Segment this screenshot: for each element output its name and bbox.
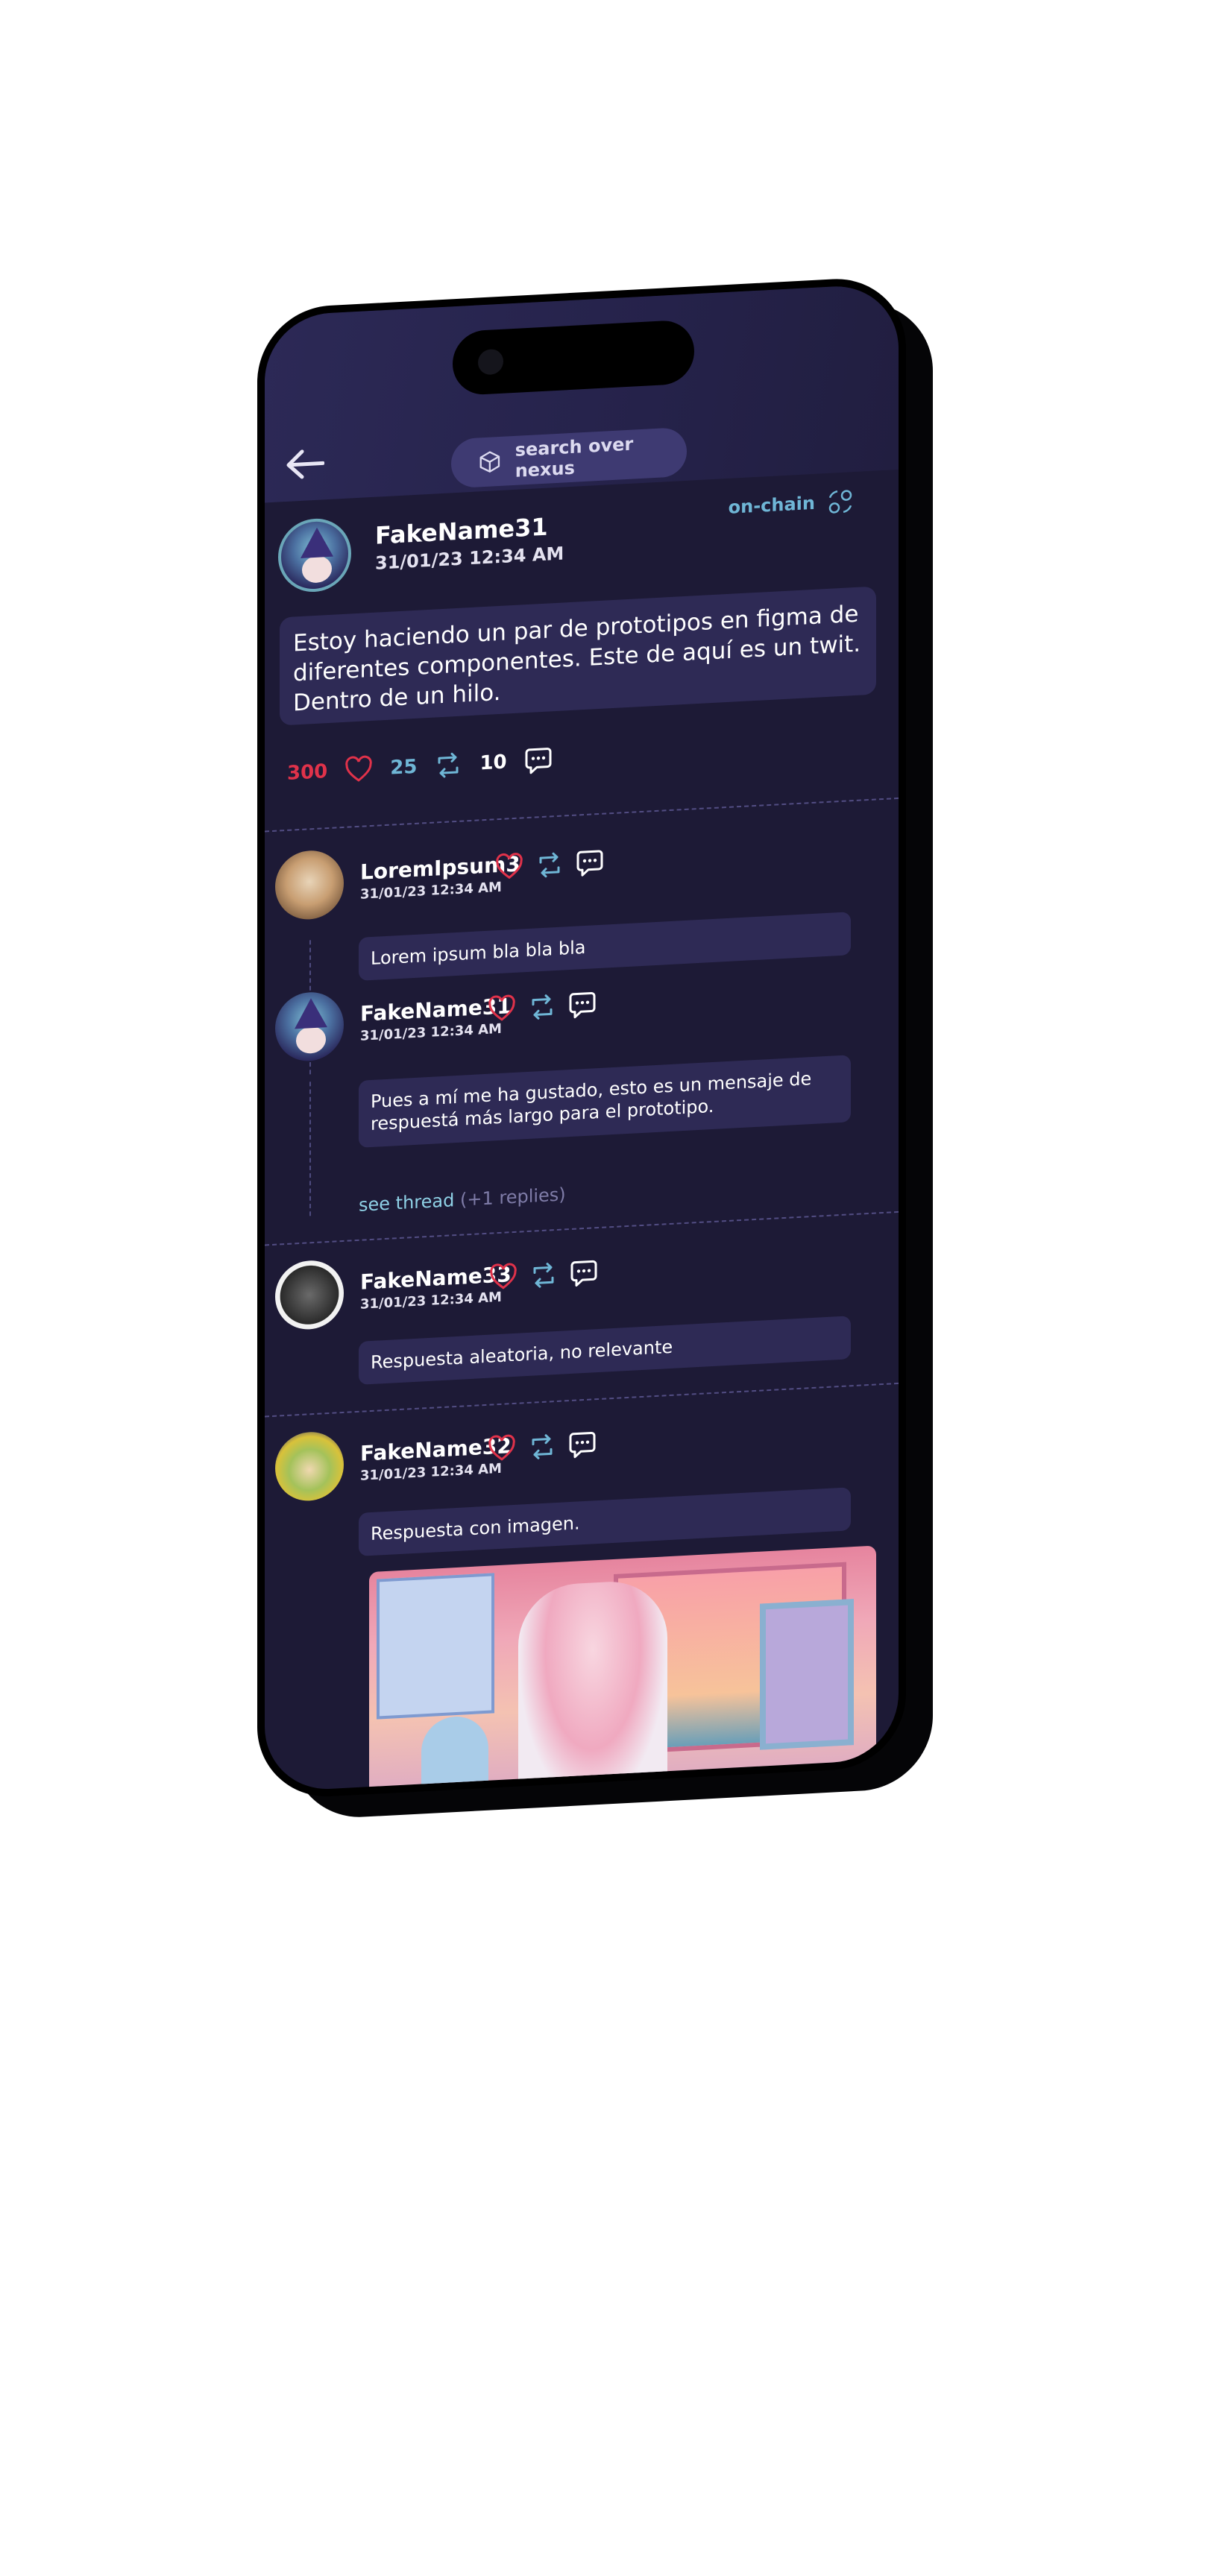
reply-count: 10 — [479, 751, 507, 775]
avatar[interactable] — [275, 1258, 344, 1331]
comment-icon[interactable] — [575, 847, 605, 879]
retweet-icon[interactable] — [433, 750, 463, 781]
reply-text: Pues a mí me ha gustado, esto es un mens… — [359, 1055, 851, 1148]
reply-item: FakeName33 31/01/23 12:34 AM Respuesta a… — [275, 1231, 884, 1404]
avatar[interactable] — [275, 990, 344, 1063]
comment-icon[interactable] — [567, 989, 597, 1020]
post-author[interactable]: FakeName31 — [375, 513, 548, 550]
reply-actions — [494, 847, 605, 883]
comment-icon[interactable] — [567, 1429, 597, 1460]
reply-actions — [487, 989, 597, 1025]
onchain-badge[interactable]: on-chain — [729, 487, 854, 521]
thread-reply-count: (+1 replies) — [459, 1184, 566, 1210]
reply-image[interactable] — [369, 1545, 876, 1793]
image-bunny — [421, 1714, 488, 1793]
avatar[interactable] — [278, 517, 351, 594]
dynamic-island — [453, 319, 694, 397]
reply-text: Respuesta con imagen. — [359, 1487, 851, 1556]
heart-icon[interactable] — [494, 851, 524, 883]
heart-icon[interactable] — [488, 1262, 518, 1293]
reply-item: FakeName32 31/01/23 12:34 AM Respuesta c… — [275, 1402, 884, 1793]
see-thread-label: see thread — [359, 1190, 455, 1216]
post-stats: 300 25 10 — [287, 745, 553, 789]
image-mirror — [760, 1599, 854, 1750]
comment-icon[interactable] — [569, 1257, 599, 1289]
back-button[interactable] — [286, 447, 325, 481]
phone-mockup: search over nexus FakeName31 31/01/23 12… — [257, 274, 936, 1846]
avatar[interactable] — [275, 848, 344, 921]
avatar[interactable] — [275, 1430, 344, 1503]
phone-frame: search over nexus FakeName31 31/01/23 12… — [257, 275, 906, 1800]
retweet-icon[interactable] — [535, 849, 564, 880]
retweet-icon[interactable] — [527, 1431, 557, 1462]
comment-icon[interactable] — [523, 745, 553, 776]
retweet-icon[interactable] — [527, 991, 557, 1023]
like-count: 300 — [287, 760, 328, 785]
reply-actions — [487, 1429, 597, 1465]
onchain-label: on-chain — [728, 492, 815, 518]
screen: search over nexus FakeName31 31/01/23 12… — [265, 282, 899, 1793]
heart-icon[interactable] — [487, 994, 517, 1025]
image-poster — [377, 1573, 494, 1720]
cube-search-icon — [479, 451, 500, 473]
see-thread-link[interactable]: see thread (+1 replies) — [359, 1184, 566, 1216]
reply-item: FakeName31 31/01/23 12:34 AM Pues a mí m… — [275, 962, 884, 1188]
arrow-left-icon — [286, 449, 325, 479]
camera — [478, 348, 503, 376]
image-character — [518, 1579, 667, 1793]
reply-text: Respuesta aleatoria, no relevante — [359, 1316, 851, 1385]
retweet-count: 25 — [390, 755, 418, 780]
reply-actions — [488, 1257, 599, 1293]
retweet-icon[interactable] — [529, 1260, 559, 1291]
search-placeholder: search over nexus — [515, 433, 634, 482]
post-body: Estoy haciendo un par de prototipos en f… — [280, 586, 876, 726]
heart-icon[interactable] — [344, 754, 374, 786]
chain-nodes-icon — [828, 490, 852, 514]
heart-icon[interactable] — [487, 1433, 517, 1465]
